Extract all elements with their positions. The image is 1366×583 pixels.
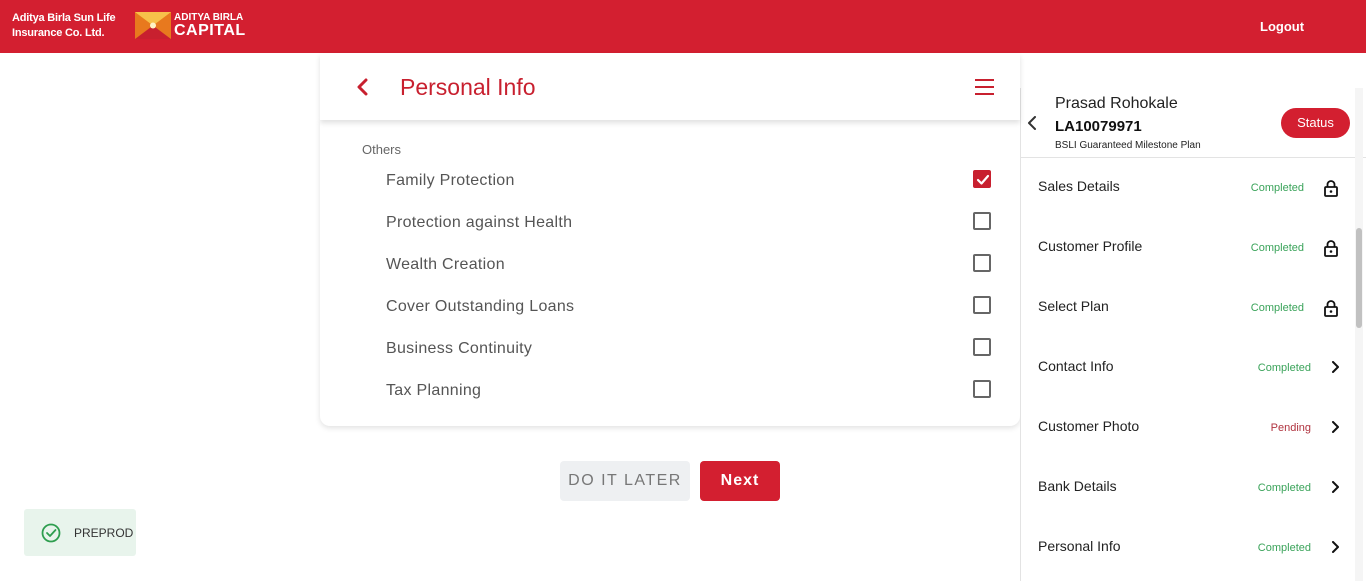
- step-status: Completed: [1250, 182, 1304, 194]
- step-status: Completed: [1250, 242, 1304, 254]
- next-button[interactable]: Next: [700, 461, 780, 501]
- step-label: Sales Details: [1038, 178, 1120, 194]
- option-wealth-creation[interactable]: Wealth Creation: [386, 252, 1006, 280]
- status-button[interactable]: Status: [1281, 108, 1350, 138]
- step-label: Select Plan: [1038, 298, 1109, 314]
- option-family-protection[interactable]: Family Protection: [386, 168, 1006, 196]
- option-tax-planning[interactable]: Tax Planning: [386, 378, 1006, 406]
- step-customer-photo[interactable]: Customer Photo Pending: [1021, 403, 1354, 463]
- section-label: Others: [362, 142, 402, 157]
- form-card-body: Others Family Protection Protection agai…: [320, 120, 1020, 426]
- environment-label: PREPROD: [74, 526, 134, 540]
- panel-scroll-thumb[interactable]: [1356, 228, 1362, 328]
- step-status: Completed: [1257, 362, 1311, 374]
- logout-button[interactable]: Logout: [1260, 19, 1304, 34]
- step-label: Customer Profile: [1038, 238, 1143, 254]
- checkmark-icon: [976, 174, 990, 185]
- step-contact-info[interactable]: Contact Info Completed: [1021, 343, 1354, 403]
- abc-logo-line2: CAPITAL: [174, 22, 246, 39]
- step-status: Completed: [1250, 302, 1304, 314]
- step-status: Completed: [1257, 542, 1311, 554]
- plan-name: BSLI Guaranteed Milestone Plan: [1055, 140, 1201, 151]
- checkbox-unchecked[interactable]: [973, 212, 991, 230]
- insurer-name-line2: Insurance Co. Ltd.: [12, 27, 105, 39]
- chevron-right-icon: [1332, 421, 1339, 433]
- step-label: Personal Info: [1038, 538, 1121, 554]
- chevron-right-icon: [1332, 541, 1339, 553]
- top-bar: Aditya Birla Sun Life Insurance Co. Ltd.…: [0, 0, 1366, 53]
- customer-name: Prasad Rohokale: [1055, 95, 1178, 112]
- panel-scrollbar[interactable]: [1355, 88, 1363, 581]
- step-bank-details[interactable]: Bank Details Completed: [1021, 463, 1354, 523]
- checkbox-unchecked[interactable]: [973, 296, 991, 314]
- application-progress-panel: Prasad Rohokale LA10079971 BSLI Guarante…: [1020, 88, 1366, 581]
- option-cover-outstanding-loans[interactable]: Cover Outstanding Loans: [386, 294, 1006, 322]
- step-select-plan[interactable]: Select Plan Completed: [1021, 283, 1354, 343]
- chevron-right-icon: [1332, 361, 1339, 373]
- check-circle-icon: [41, 523, 61, 543]
- checkbox-unchecked[interactable]: [973, 380, 991, 398]
- option-protection-against-health[interactable]: Protection against Health: [386, 210, 1006, 238]
- option-label: Protection against Health: [386, 214, 573, 231]
- environment-badge: PREPROD: [24, 509, 136, 556]
- checkbox-unchecked[interactable]: [973, 338, 991, 356]
- step-status: Pending: [1270, 422, 1311, 434]
- step-label: Customer Photo: [1038, 418, 1140, 434]
- lock-icon: [1324, 240, 1338, 257]
- option-label: Cover Outstanding Loans: [386, 298, 575, 315]
- step-sales-details[interactable]: Sales Details Completed: [1021, 163, 1354, 223]
- application-id: LA10079971: [1055, 118, 1142, 135]
- option-label: Wealth Creation: [386, 256, 505, 273]
- do-it-later-button[interactable]: DO IT LATER: [560, 461, 690, 501]
- step-customer-profile[interactable]: Customer Profile Completed: [1021, 223, 1354, 283]
- collapse-panel-chevron-icon[interactable]: [1027, 116, 1037, 130]
- customer-summary: Prasad Rohokale LA10079971 BSLI Guarante…: [1021, 88, 1366, 158]
- step-label: Contact Info: [1038, 358, 1114, 374]
- insurer-name-line1: Aditya Birla Sun Life: [12, 12, 116, 24]
- step-label: Bank Details: [1038, 478, 1117, 494]
- checkbox-unchecked[interactable]: [973, 254, 991, 272]
- insurer-name: Aditya Birla Sun Life Insurance Co. Ltd.: [12, 11, 116, 41]
- option-label: Business Continuity: [386, 340, 533, 357]
- aditya-birla-capital-logo: ADITYA BIRLA CAPITAL: [135, 12, 245, 40]
- lock-icon: [1324, 300, 1338, 317]
- lock-icon: [1324, 180, 1338, 197]
- abc-logo-text: ADITYA BIRLA CAPITAL: [174, 12, 246, 39]
- step-status: Completed: [1257, 482, 1311, 494]
- option-business-continuity[interactable]: Business Continuity: [386, 336, 1006, 364]
- step-personal-info[interactable]: Personal Info Completed: [1021, 523, 1354, 583]
- hamburger-menu-icon[interactable]: [975, 79, 994, 95]
- back-arrow-icon[interactable]: [355, 78, 371, 96]
- option-label: Tax Planning: [386, 382, 482, 399]
- abc-logo-mark-icon: [135, 12, 171, 39]
- option-label: Family Protection: [386, 172, 515, 189]
- chevron-right-icon: [1332, 481, 1339, 493]
- form-card-header: Personal Info: [320, 53, 1020, 120]
- checkbox-checked[interactable]: [973, 170, 991, 188]
- page-title: Personal Info: [400, 74, 536, 100]
